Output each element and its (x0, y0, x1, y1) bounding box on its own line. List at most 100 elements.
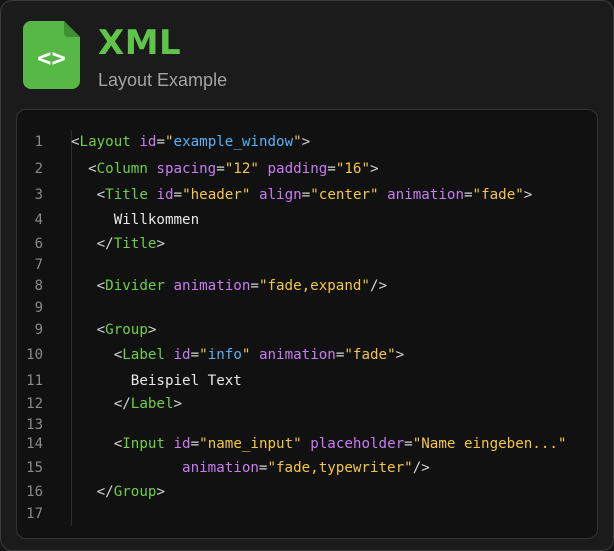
code-token: < (71, 134, 80, 150)
code-token: = (327, 161, 336, 177)
code-glyph: <> (37, 44, 66, 72)
code-token: > (523, 187, 533, 203)
code-token: Group (113, 484, 157, 500)
code-text: <Group> (71, 319, 157, 341)
page-title: XML (98, 23, 182, 63)
xml-layout-window: <> XML Layout Example 1 <Layout id="examp… (0, 0, 614, 551)
code-token: </ (71, 484, 114, 500)
page-subtitle: Layout Example (98, 70, 228, 90)
code-text: <Layout id="example_window"> (71, 131, 310, 153)
code-token: Column (96, 161, 148, 177)
code-file-icon: <> (23, 21, 80, 89)
line-number: 3 (34, 187, 43, 203)
code-token: Label (122, 347, 165, 363)
code-token: < (71, 187, 106, 203)
code-text: Beispiel Text (71, 370, 242, 392)
code-token: padding (267, 161, 328, 177)
code-token: = (404, 436, 413, 452)
line-number: 7 (34, 257, 43, 273)
code-token: Title (105, 187, 148, 203)
code-token: Label (130, 396, 174, 412)
line-number: 15 (26, 460, 43, 476)
code-token: id (156, 187, 174, 203)
line-number: 8 (34, 278, 43, 294)
code-editor[interactable]: 1 <Layout id="example_window"> 2 <Column s… (16, 109, 598, 539)
code-token: </ (71, 396, 131, 412)
code-token: = (173, 187, 183, 203)
code-text: <Label id="info" animation="fade"> (71, 344, 404, 366)
line-number: 10 (26, 347, 43, 363)
code-token: = (464, 187, 473, 203)
code-token: Layout (79, 134, 131, 150)
code-text: </Label> (71, 393, 182, 415)
code-token: "16" (335, 161, 370, 177)
code-token: id (139, 134, 157, 150)
code-line: 15 animation="fade,typewriter"/> (17, 457, 597, 479)
code-text: <Divider animation="fade,expand"/> (71, 275, 387, 297)
code-token: Input (122, 436, 165, 452)
code-line: 6 </Title> (17, 233, 597, 255)
code-token: " (293, 134, 302, 150)
code-token: "fade,typewriter" (267, 460, 413, 476)
line-number: 6 (34, 236, 43, 252)
line-number: 4 (34, 212, 43, 228)
line-number: 9 (34, 322, 43, 338)
code-token: info (207, 347, 242, 363)
code-token: < (71, 436, 123, 452)
code-token: "fade" (344, 347, 396, 363)
code-line: 11 Beispiel Text (17, 370, 597, 392)
code-line: 8 <Divider animation="fade,expand"/> (17, 275, 597, 297)
code-token: /> (412, 460, 430, 476)
line-number: 17 (26, 506, 43, 522)
code-token: = (301, 187, 311, 203)
code-token: < (71, 322, 106, 338)
code-line: 9 (17, 297, 597, 319)
code-token: " (199, 347, 208, 363)
code-token: < (71, 161, 97, 177)
code-token: = (190, 436, 200, 452)
code-token: < (71, 347, 123, 363)
code-token: animation (387, 187, 464, 203)
code-token: /> (369, 278, 388, 294)
code-text: Willkommen (71, 209, 199, 231)
code-token: id (173, 347, 191, 363)
code-text: </Group> (71, 481, 165, 503)
code-token: Beispiel Text (71, 373, 242, 389)
code-token: > (301, 134, 311, 150)
code-token: Group (105, 322, 148, 338)
code-token: animation (173, 278, 251, 294)
code-line: 17 (17, 503, 597, 525)
code-token: = (216, 161, 225, 177)
code-token: </ (71, 236, 114, 252)
code-token: = (190, 347, 200, 363)
line-number: 9 (34, 300, 43, 316)
code-token: < (71, 278, 106, 294)
code-token: Divider (105, 278, 165, 294)
code-line: 1 <Layout id="example_window"> (17, 131, 597, 153)
code-token: "Name eingeben..." (412, 436, 567, 452)
code-token: " (164, 134, 174, 150)
code-line: 10 <Label id="info" animation="fade"> (17, 344, 597, 366)
code-token: > (395, 347, 405, 363)
line-number: 12 (26, 396, 43, 412)
code-token: align (258, 187, 302, 203)
code-line: 2 <Column spacing="12" padding="16"> (17, 158, 597, 180)
code-token: "fade" (472, 187, 524, 203)
code-token: > (370, 161, 379, 177)
code-text: <Input id="name_input" placeholder="Name… (71, 433, 567, 455)
line-number: 11 (26, 373, 43, 389)
code-token: Willkommen (71, 212, 200, 228)
code-text: animation="fade,typewriter"/> (71, 457, 430, 479)
code-token: > (156, 484, 165, 500)
line-number: 14 (26, 436, 43, 452)
code-token: id (173, 436, 191, 452)
code-token: spacing (156, 161, 217, 177)
line-number: 2 (34, 161, 43, 177)
code-text: </Title> (71, 233, 165, 255)
code-token: animation (182, 460, 259, 476)
